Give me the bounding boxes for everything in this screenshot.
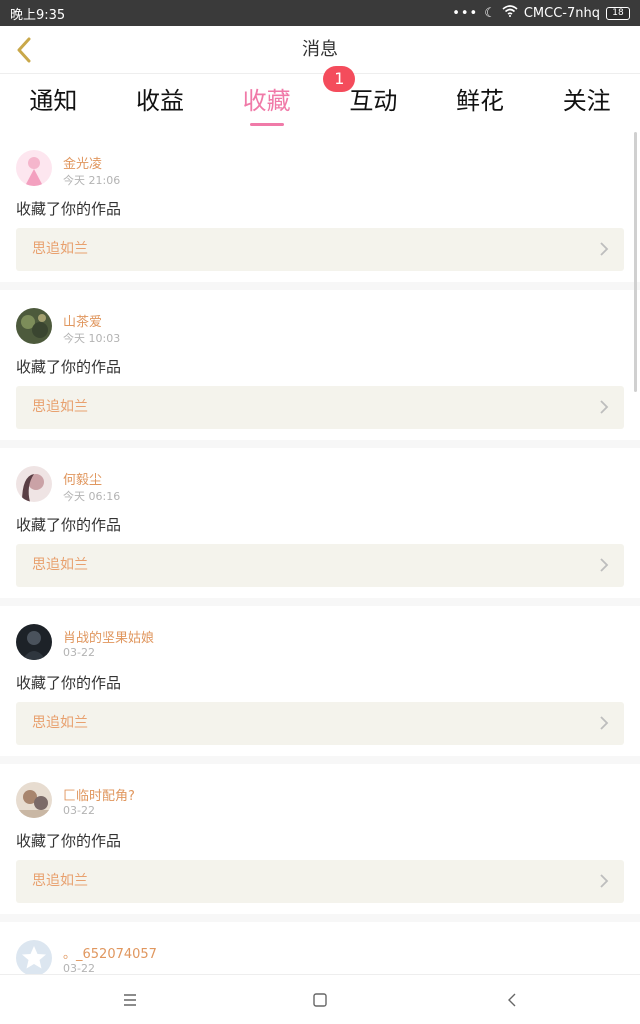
username[interactable]: 山茶爱 bbox=[63, 311, 102, 330]
status-indicators: ••• ☾ CMCC-7nhq 18 bbox=[452, 5, 630, 21]
message-text: 收藏了你的作品 bbox=[16, 358, 122, 376]
tab-interaction[interactable]: 互动 bbox=[320, 74, 427, 132]
page-title: 消息 bbox=[302, 39, 338, 60]
message-tabs: 通知 收益 收藏 1 互动 鲜花 关注 bbox=[0, 66, 640, 132]
menu-icon bbox=[124, 994, 136, 1006]
tab-label: 互动 bbox=[349, 87, 398, 115]
message-text: 收藏了你的作品 bbox=[16, 200, 122, 218]
tab-notification[interactable]: 通知 bbox=[0, 74, 107, 132]
message-card: 肖战的坚果姑娘 03-22 收藏了你的作品 思追如兰 bbox=[0, 606, 640, 756]
work-title: 思追如兰 bbox=[32, 399, 88, 415]
back-arrow-icon bbox=[508, 993, 516, 1007]
tab-label: 通知 bbox=[29, 87, 78, 115]
message-card: 何毅尘 今天 06:16 收藏了你的作品 思追如兰 bbox=[0, 448, 640, 598]
work-title: 思追如兰 bbox=[32, 241, 88, 257]
timestamp: 今天 10:03 bbox=[63, 332, 121, 345]
message-card: 匚临时配角? 03-22 收藏了你的作品 思追如兰 bbox=[0, 764, 640, 914]
home-button[interactable] bbox=[305, 985, 335, 1015]
avatar[interactable] bbox=[16, 782, 52, 818]
work-title: 思追如兰 bbox=[32, 557, 88, 573]
username[interactable]: 匚临时配角? bbox=[63, 785, 135, 804]
avatar[interactable] bbox=[16, 624, 52, 660]
tab-favorites[interactable]: 收藏 1 bbox=[213, 66, 356, 132]
message-card: 。_652074057 03-22 bbox=[0, 922, 640, 974]
moon-icon: ☾ bbox=[484, 5, 496, 21]
timestamp: 今天 06:16 bbox=[63, 490, 121, 503]
timestamp: 03-22 bbox=[63, 646, 95, 659]
carrier-name: CMCC-7nhq bbox=[523, 5, 600, 21]
chevron-right-icon bbox=[600, 874, 609, 888]
chevron-right-icon bbox=[600, 242, 609, 256]
chevron-right-icon bbox=[600, 716, 609, 730]
message-card: 金光凌 今天 21:06 收藏了你的作品 思追如兰 bbox=[0, 132, 640, 282]
avatar[interactable] bbox=[16, 466, 52, 502]
work-link[interactable]: 思追如兰 bbox=[16, 544, 624, 587]
tab-label: 收益 bbox=[136, 87, 184, 115]
username[interactable]: 肖战的坚果姑娘 bbox=[63, 627, 154, 646]
tab-earnings[interactable]: 收益 bbox=[107, 74, 214, 132]
menu-button[interactable] bbox=[115, 985, 145, 1015]
tab-follow[interactable]: 关注 bbox=[533, 74, 640, 132]
work-link[interactable]: 思追如兰 bbox=[16, 228, 624, 271]
chevron-right-icon bbox=[600, 400, 609, 414]
status-bar: 晚上9:35 ••• ☾ CMCC-7nhq 18 bbox=[0, 0, 640, 26]
work-link[interactable]: 思追如兰 bbox=[16, 386, 624, 429]
nav-back-button[interactable] bbox=[497, 985, 527, 1015]
top-app-bar: 消息 bbox=[0, 26, 640, 74]
message-text: 收藏了你的作品 bbox=[16, 516, 122, 534]
username[interactable]: 金光凌 bbox=[63, 153, 102, 172]
avatar[interactable] bbox=[16, 150, 52, 186]
chevron-right-icon bbox=[600, 558, 609, 572]
status-time: 晚上9:35 bbox=[10, 7, 66, 23]
home-square-icon bbox=[313, 993, 327, 1007]
tab-label: 鲜花 bbox=[456, 87, 505, 115]
work-link[interactable]: 思追如兰 bbox=[16, 860, 624, 903]
timestamp: 03-22 bbox=[63, 804, 95, 817]
wifi-icon bbox=[502, 5, 518, 21]
work-title: 思追如兰 bbox=[32, 715, 88, 731]
system-nav-bar bbox=[0, 974, 640, 1024]
active-tab-indicator bbox=[249, 123, 284, 126]
message-card: 山茶爱 今天 10:03 收藏了你的作品 思追如兰 bbox=[0, 290, 640, 440]
work-title: 思追如兰 bbox=[32, 873, 88, 889]
scrollbar[interactable] bbox=[634, 132, 637, 392]
tab-flowers[interactable]: 鲜花 bbox=[427, 74, 534, 132]
work-link[interactable]: 思追如兰 bbox=[16, 702, 624, 745]
username[interactable]: 。_652074057 bbox=[63, 943, 157, 962]
message-text: 收藏了你的作品 bbox=[16, 832, 122, 850]
avatar[interactable] bbox=[16, 308, 52, 344]
username[interactable]: 何毅尘 bbox=[63, 469, 102, 488]
tab-label: 收藏 bbox=[242, 87, 291, 115]
message-list[interactable]: 金光凌 今天 21:06 收藏了你的作品 思追如兰 山茶爱 今天 10:03 收… bbox=[0, 132, 640, 974]
tab-label: 关注 bbox=[562, 87, 611, 115]
avatar[interactable] bbox=[16, 940, 52, 974]
battery-icon: 18 bbox=[606, 6, 630, 20]
timestamp: 03-22 bbox=[63, 962, 95, 974]
more-dots-icon: ••• bbox=[452, 5, 479, 21]
timestamp: 今天 21:06 bbox=[63, 174, 121, 187]
message-text: 收藏了你的作品 bbox=[16, 674, 122, 692]
